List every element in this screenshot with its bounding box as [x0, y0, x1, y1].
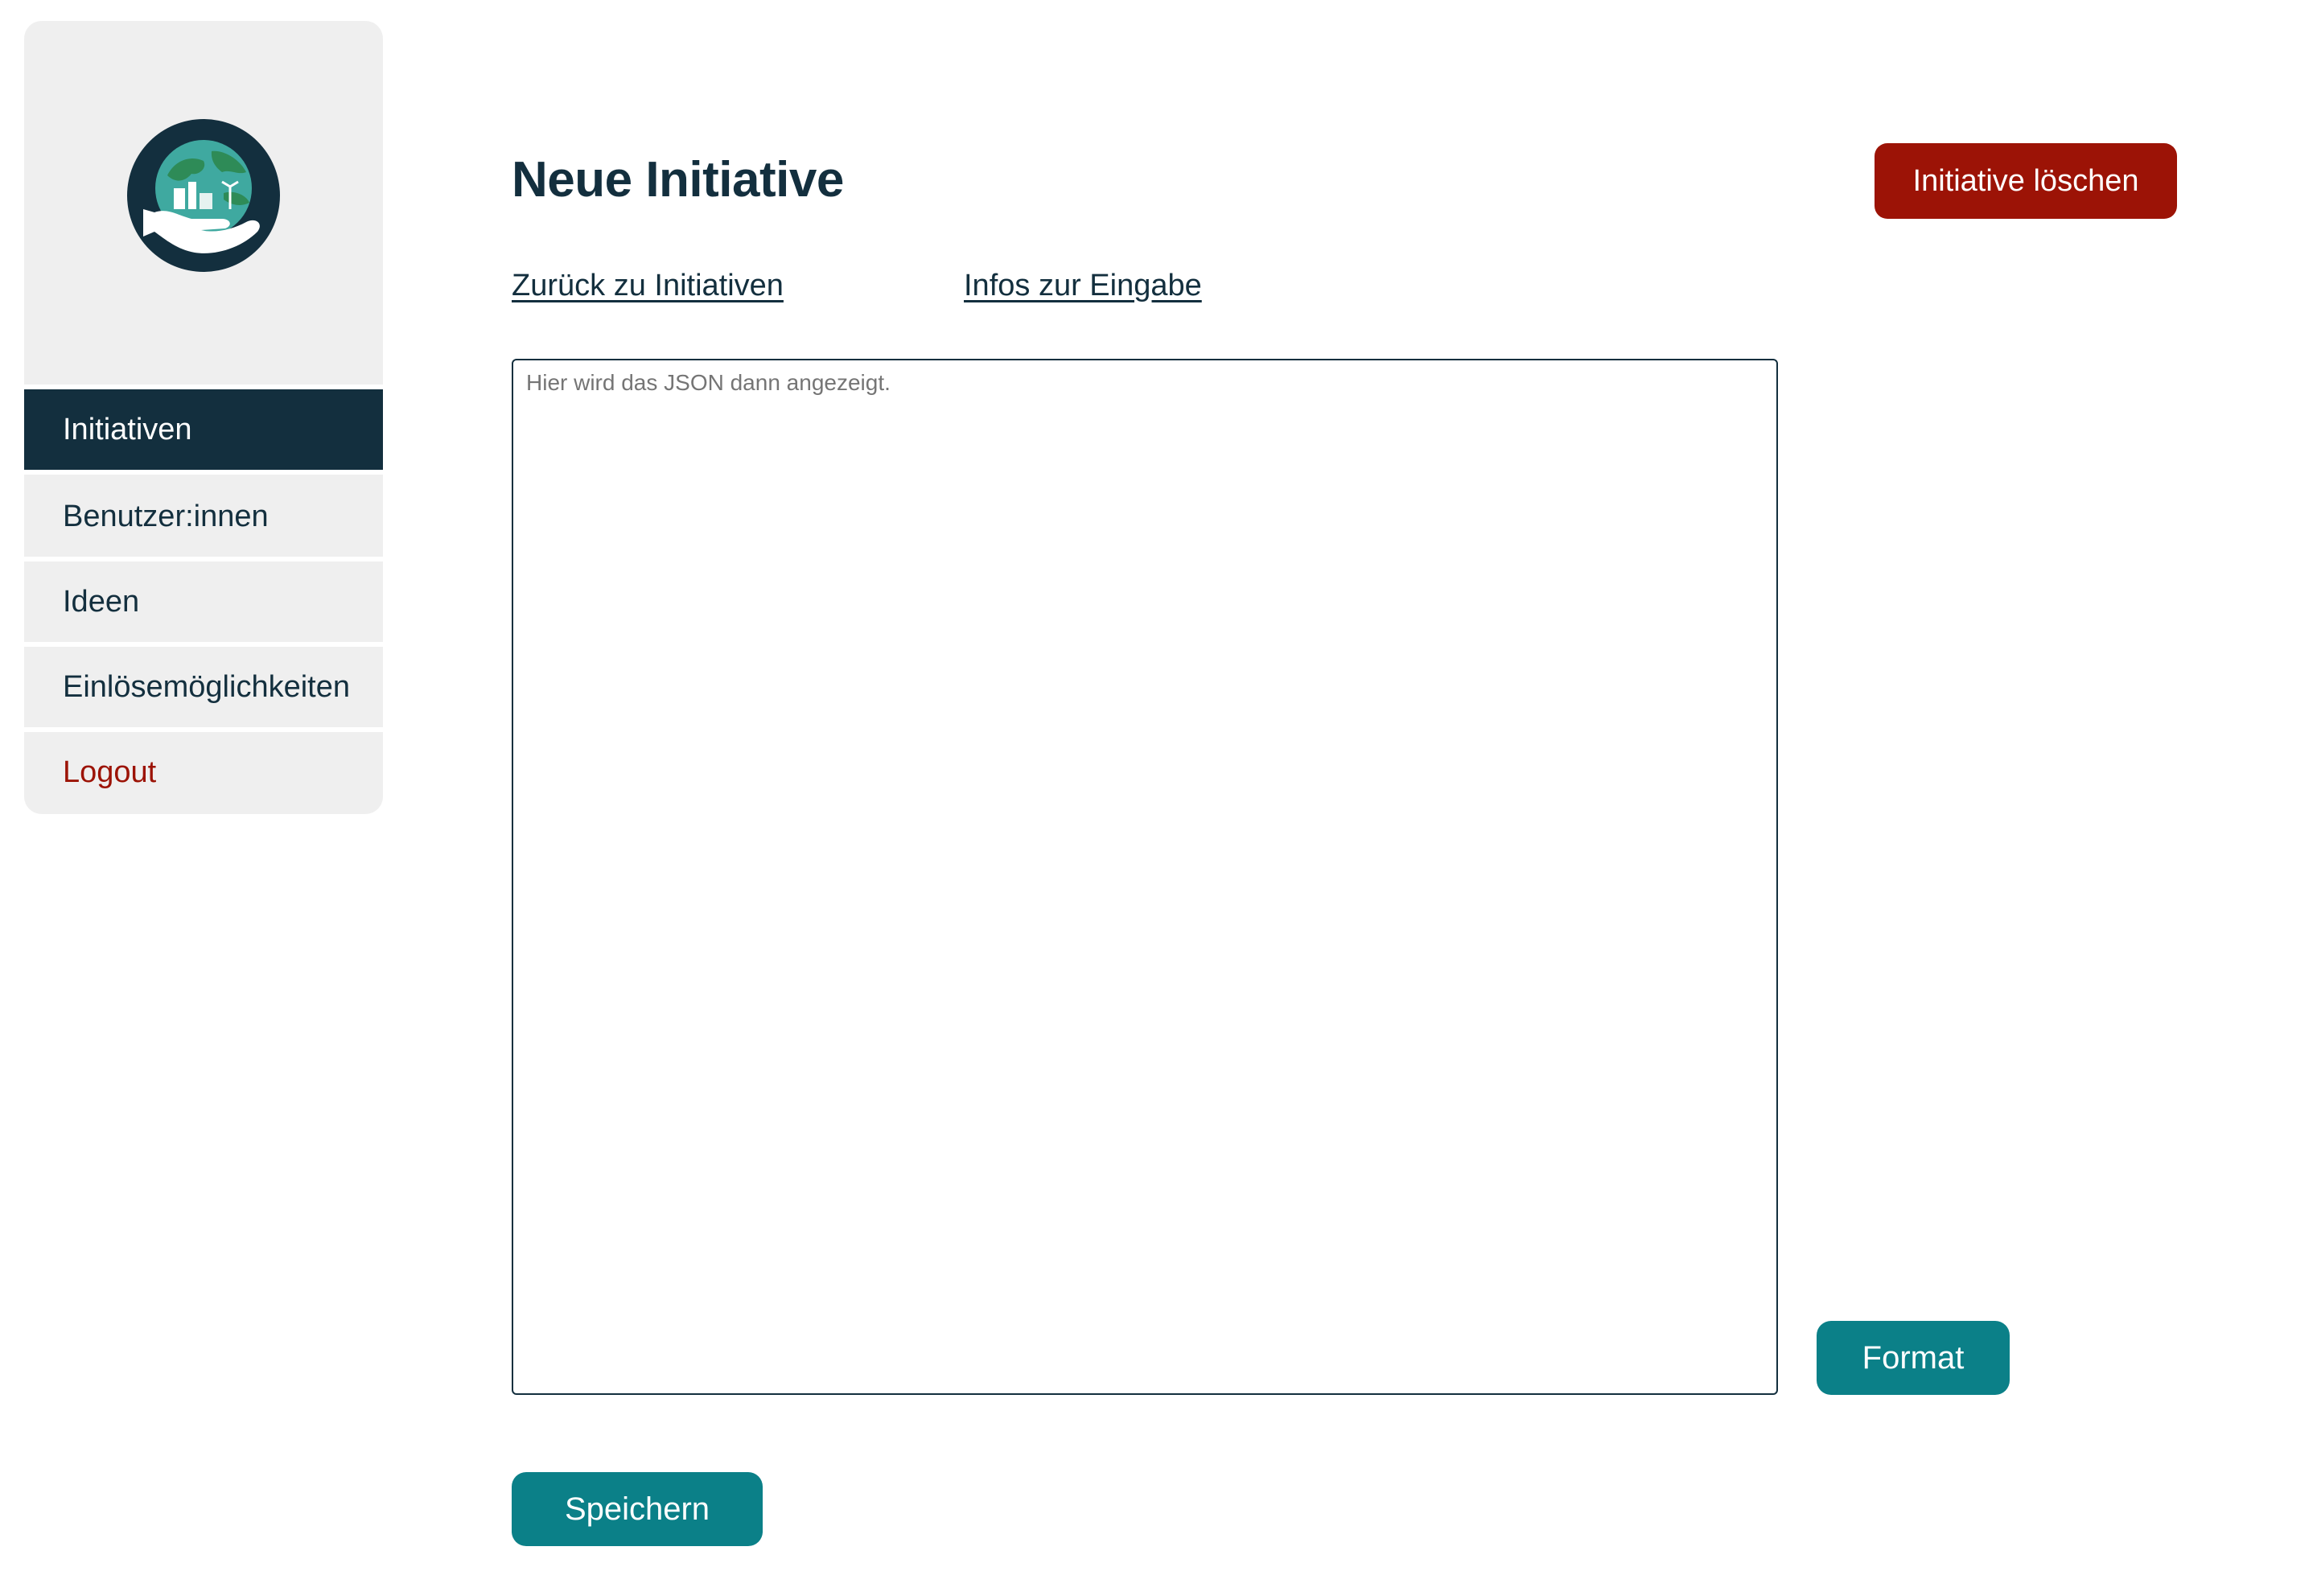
back-to-initiatives-link[interactable]: Zurück zu Initiativen	[512, 269, 784, 303]
sidebar-item-einloesemoeglichkeiten[interactable]: Einlösemöglichkeiten	[24, 647, 383, 727]
sidebar-item-label: Logout	[63, 755, 157, 789]
sidebar-item-label: Benutzer:innen	[63, 499, 269, 533]
format-button[interactable]: Format	[1817, 1321, 2010, 1395]
save-button[interactable]: Speichern	[512, 1472, 763, 1546]
sidebar-item-label: Ideen	[63, 584, 140, 619]
sidebar-item-logout[interactable]: Logout	[24, 732, 383, 812]
sidebar-item-label: Initiativen	[63, 412, 192, 446]
sidebar: Initiativen Benutzer:innen Ideen Einlöse…	[24, 21, 383, 814]
logo-area	[24, 21, 383, 385]
sidebar-item-label: Einlösemöglichkeiten	[63, 669, 350, 704]
input-info-link[interactable]: Infos zur Eingabe	[964, 269, 1202, 303]
delete-initiative-button[interactable]: Initiative löschen	[1875, 143, 2177, 219]
page-title: Neue Initiative	[512, 152, 844, 208]
sidebar-item-benutzerinnen[interactable]: Benutzer:innen	[24, 476, 383, 557]
earth-in-hand-icon	[127, 119, 280, 272]
sidebar-item-ideen[interactable]: Ideen	[24, 561, 383, 642]
nav-separator	[24, 470, 383, 475]
sidebar-item-initiativen[interactable]: Initiativen	[24, 389, 383, 470]
json-editor-textarea[interactable]	[512, 359, 1778, 1395]
